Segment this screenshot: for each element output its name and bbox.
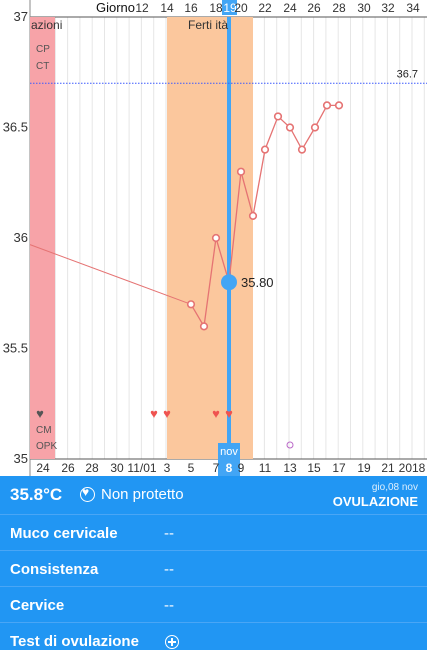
bottom-tick-label: 17 [332, 461, 346, 475]
bottom-tick-label: 19 [357, 461, 371, 475]
top-tick-label: 16 [184, 1, 198, 15]
row-label: Cervice [10, 597, 65, 614]
temperature-point [260, 145, 270, 154]
bottom-tick-label: 13 [283, 461, 297, 475]
temperature-point [273, 112, 283, 121]
temperature-point [334, 101, 344, 110]
bottom-tick-label: 21 [381, 461, 395, 475]
top-tick-label: 32 [381, 1, 395, 15]
y-tick-label: 37 [14, 9, 28, 24]
top-tick-label: 34 [406, 1, 420, 15]
status-temperature: 35.8°C [10, 485, 63, 504]
heart-icon: ♥ [150, 406, 158, 421]
row-value: -- [164, 561, 174, 578]
temperature-point [211, 233, 221, 243]
protection-status[interactable]: Non protetto [80, 485, 184, 503]
row-cervix[interactable]: Cervice -- [0, 586, 427, 623]
heart-circle-icon [80, 485, 95, 502]
coverline-label: 36.7 [397, 68, 418, 80]
bottom-tick-label: 15 [307, 461, 321, 475]
y-tick-label: 36.5 [3, 120, 28, 135]
row-label: Muco cervicale [10, 525, 118, 542]
top-tick-label: 18 [209, 1, 223, 15]
bottom-tick-label: 9 [238, 461, 245, 475]
y-tick-label: 35 [14, 451, 28, 466]
status-date: gio,08 nov [371, 482, 418, 493]
bottom-tick-label: 5 [188, 461, 195, 475]
bottom-tick-label: 3 [164, 461, 171, 475]
status-event: OVULAZIONE [332, 494, 418, 509]
temperature-point [310, 123, 320, 132]
add-icon[interactable] [165, 635, 179, 649]
bottom-tick-label: 24 [36, 461, 50, 475]
marker-opk: OPK [36, 441, 57, 452]
bottom-tick-label: 11/01 [127, 461, 156, 475]
row-value: -- [164, 525, 174, 542]
protection-label: Non protetto [101, 486, 184, 503]
selected-point-group[interactable]: 35.80 [221, 274, 274, 291]
heart-icon: ♥ [36, 406, 44, 421]
row-value: -- [164, 597, 174, 614]
marker-ct: CT [36, 61, 49, 72]
temperature-point [236, 167, 246, 176]
top-tick-label: 30 [357, 1, 371, 15]
marker-cp: CP [36, 44, 50, 55]
fertile-window-label: Ferti ità [188, 18, 228, 32]
heart-icon: ♥ [225, 406, 233, 421]
row-consistency[interactable]: Consistenza -- [0, 550, 427, 587]
heart-icon: ♥ [163, 406, 171, 421]
top-tick-label: 14 [160, 1, 174, 15]
bottom-tick-label: 26 [61, 461, 75, 475]
bottom-tick-label: 11 [259, 461, 272, 475]
temperature-point [297, 145, 307, 154]
heart-icon: ♥ [212, 406, 220, 421]
marker-cm: CM [36, 425, 52, 436]
top-tick-label: 22 [258, 1, 272, 15]
temperature-point [199, 322, 209, 331]
row-cervical-mucus[interactable]: Muco cervicale -- [0, 514, 427, 551]
bottom-tick-label: 30 [110, 461, 124, 475]
temperature-point [285, 123, 295, 132]
top-tick-label: 28 [332, 1, 346, 15]
selected-point-label: 35.80 [241, 275, 274, 290]
top-tick-label: 24 [283, 1, 297, 15]
bottom-tick-label: 28 [85, 461, 99, 475]
bottom-tick-label: 7 [213, 461, 220, 475]
top-axis-title: Giorno [96, 0, 135, 15]
bottom-tick-label: 2018 [399, 461, 426, 475]
bottom-tick-label: 8 [226, 461, 233, 475]
row-ovulation-test[interactable]: Test di ovulazione [0, 622, 427, 659]
row-label: Test di ovulazione [10, 633, 139, 650]
top-tick-label: 20 [234, 1, 248, 15]
status-bar[interactable]: 35.8°C Non protetto gio,08 nov OVULAZION… [0, 476, 427, 514]
period-label: azioni [31, 18, 62, 32]
temperature-point [322, 101, 332, 110]
bottom-month-label: nov [220, 446, 238, 458]
y-tick-label: 35.5 [3, 341, 28, 356]
top-tick-label: 12 [135, 1, 149, 15]
y-tick-label: 36 [14, 230, 28, 245]
row-label: Consistenza [10, 561, 99, 578]
temperature-point [248, 211, 258, 220]
temperature-point [186, 300, 196, 309]
top-tick-label: 26 [307, 1, 321, 15]
selected-point[interactable] [221, 274, 237, 291]
details-panel: Muco cervicale -- Consistenza -- Cervice… [0, 514, 427, 650]
temperature-chart[interactable]: 36.7 azioni Ferti ità Giorno CP CT CM OP… [0, 0, 427, 476]
